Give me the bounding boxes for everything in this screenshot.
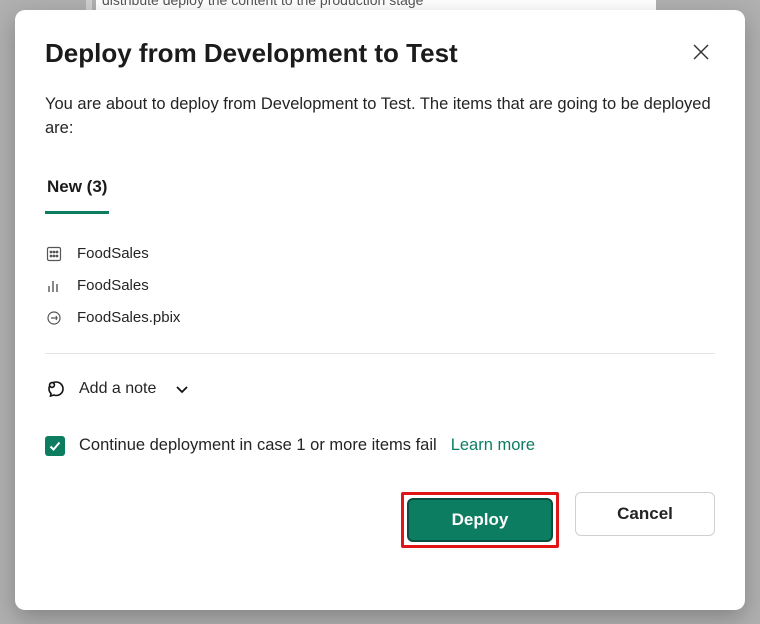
- divider: [45, 353, 715, 354]
- continue-checkbox[interactable]: [45, 436, 65, 456]
- deploy-button[interactable]: Deploy: [407, 498, 553, 542]
- report-icon: [45, 277, 63, 295]
- continue-on-fail-row: Continue deployment in case 1 or more it…: [45, 436, 715, 456]
- add-note-label: Add a note: [79, 380, 156, 398]
- item-name: FoodSales: [77, 245, 149, 262]
- add-note-toggle[interactable]: Add a note: [45, 378, 715, 400]
- dataset-icon: [45, 245, 63, 263]
- chevron-down-icon: [174, 381, 190, 397]
- continue-label: Continue deployment in case 1 or more it…: [79, 436, 437, 455]
- close-icon: [693, 44, 709, 60]
- deploy-dialog: Deploy from Development to Test You are …: [15, 10, 745, 610]
- items-list: FoodSales FoodSales FoodSales.pbix: [45, 245, 715, 327]
- dialog-description: You are about to deploy from Development…: [45, 93, 715, 141]
- check-icon: [48, 439, 62, 453]
- list-item: FoodSales: [45, 277, 715, 295]
- model-icon: [45, 309, 63, 327]
- close-button[interactable]: [687, 38, 715, 66]
- deploy-button-highlight: Deploy: [401, 492, 559, 548]
- dialog-title: Deploy from Development to Test: [45, 38, 458, 69]
- cancel-button[interactable]: Cancel: [575, 492, 715, 536]
- list-item: FoodSales.pbix: [45, 309, 715, 327]
- dialog-header: Deploy from Development to Test: [45, 38, 715, 69]
- item-name: FoodSales.pbix: [77, 309, 180, 326]
- dialog-footer: Deploy Cancel: [45, 492, 715, 548]
- tab-new[interactable]: New (3): [45, 171, 109, 214]
- learn-more-link[interactable]: Learn more: [451, 436, 535, 455]
- item-name: FoodSales: [77, 277, 149, 294]
- add-note-icon: [45, 378, 67, 400]
- tabs-row: New (3): [45, 171, 715, 213]
- list-item: FoodSales: [45, 245, 715, 263]
